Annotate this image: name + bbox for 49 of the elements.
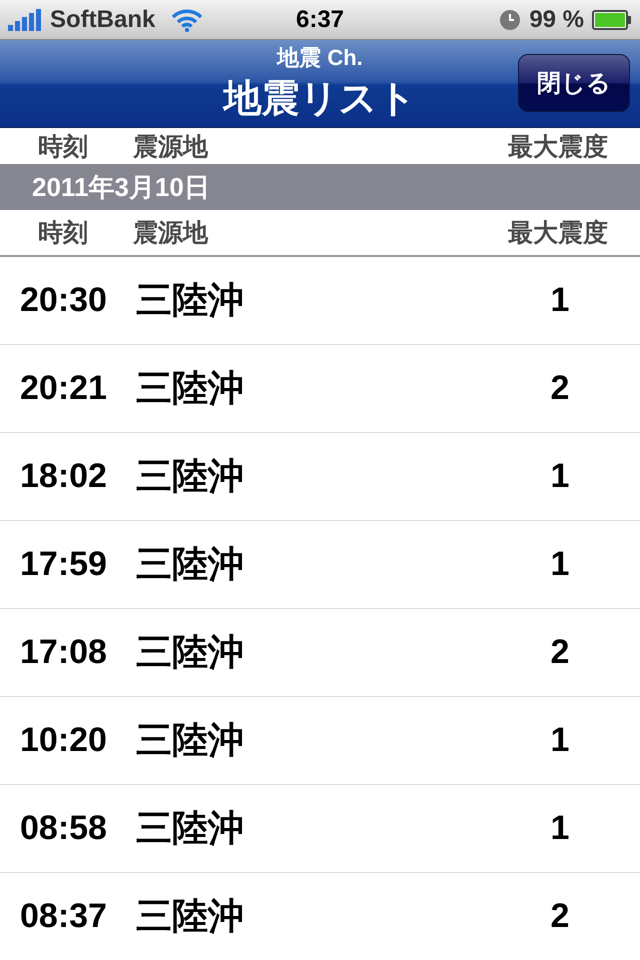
quake-row[interactable]: 17:59 三陸沖 1 (0, 521, 640, 609)
quake-time: 08:58 (20, 809, 108, 848)
quake-intensity: 1 (550, 545, 570, 584)
quake-intensity: 2 (550, 633, 570, 672)
clock-time: 6:37 (296, 6, 344, 34)
quake-place: 三陸沖 (136, 630, 245, 674)
nav-title: 地震リスト (224, 77, 416, 122)
wifi-icon (171, 8, 204, 32)
section-date: 2011年3月10日 (0, 164, 640, 210)
quake-intensity: 1 (550, 281, 570, 320)
quake-place: 三陸沖 (136, 454, 245, 498)
quake-place: 三陸沖 (136, 366, 245, 410)
quake-time: 08:37 (20, 897, 108, 936)
quake-place: 三陸沖 (136, 542, 245, 586)
quake-place: 三陸沖 (136, 278, 245, 322)
quake-time: 20:21 (20, 369, 108, 408)
signal-icon (8, 8, 44, 30)
quake-intensity: 2 (550, 369, 570, 408)
quake-place: 三陸沖 (136, 718, 245, 762)
quake-time: 17:59 (20, 545, 108, 584)
quake-row[interactable]: 08:58 三陸沖 1 (0, 785, 640, 873)
quake-intensity: 2 (550, 897, 570, 936)
alarm-icon (499, 8, 522, 30)
quake-time: 18:02 (20, 457, 108, 496)
column-header: 時刻 (38, 218, 89, 249)
quake-time: 10:20 (20, 721, 108, 760)
quake-row[interactable]: 10:20 三陸沖 1 (0, 697, 640, 785)
quake-intensity: 1 (550, 457, 570, 496)
quake-time: 17:08 (20, 633, 108, 672)
quake-row[interactable]: 08:37 三陸沖 2 (0, 873, 640, 960)
battery-percent: 99 % (529, 6, 584, 34)
quake-row[interactable]: 20:30 三陸沖 1 (0, 257, 640, 345)
column-header: 時刻 (38, 132, 89, 162)
column-header: 最大震度 (508, 218, 608, 249)
quake-row[interactable]: 18:02 三陸沖 1 (0, 433, 640, 521)
column-header: 最大震度 (508, 132, 608, 162)
close-button[interactable]: 閉じる (518, 54, 630, 112)
nav-subtitle: 地震 Ch. (277, 44, 363, 72)
column-header: 震源地 (133, 132, 210, 162)
quake-intensity: 1 (550, 809, 570, 848)
battery-icon (592, 8, 632, 30)
quake-row[interactable]: 17:08 三陸沖 2 (0, 609, 640, 697)
quake-time: 20:30 (20, 281, 108, 320)
quake-row[interactable]: 20:21 三陸沖 2 (0, 345, 640, 433)
quake-place: 三陸沖 (136, 806, 245, 850)
quake-place: 三陸沖 (136, 894, 245, 938)
quake-intensity: 1 (550, 721, 570, 760)
column-header: 震源地 (133, 218, 210, 249)
carrier-name: SoftBank (50, 6, 156, 34)
